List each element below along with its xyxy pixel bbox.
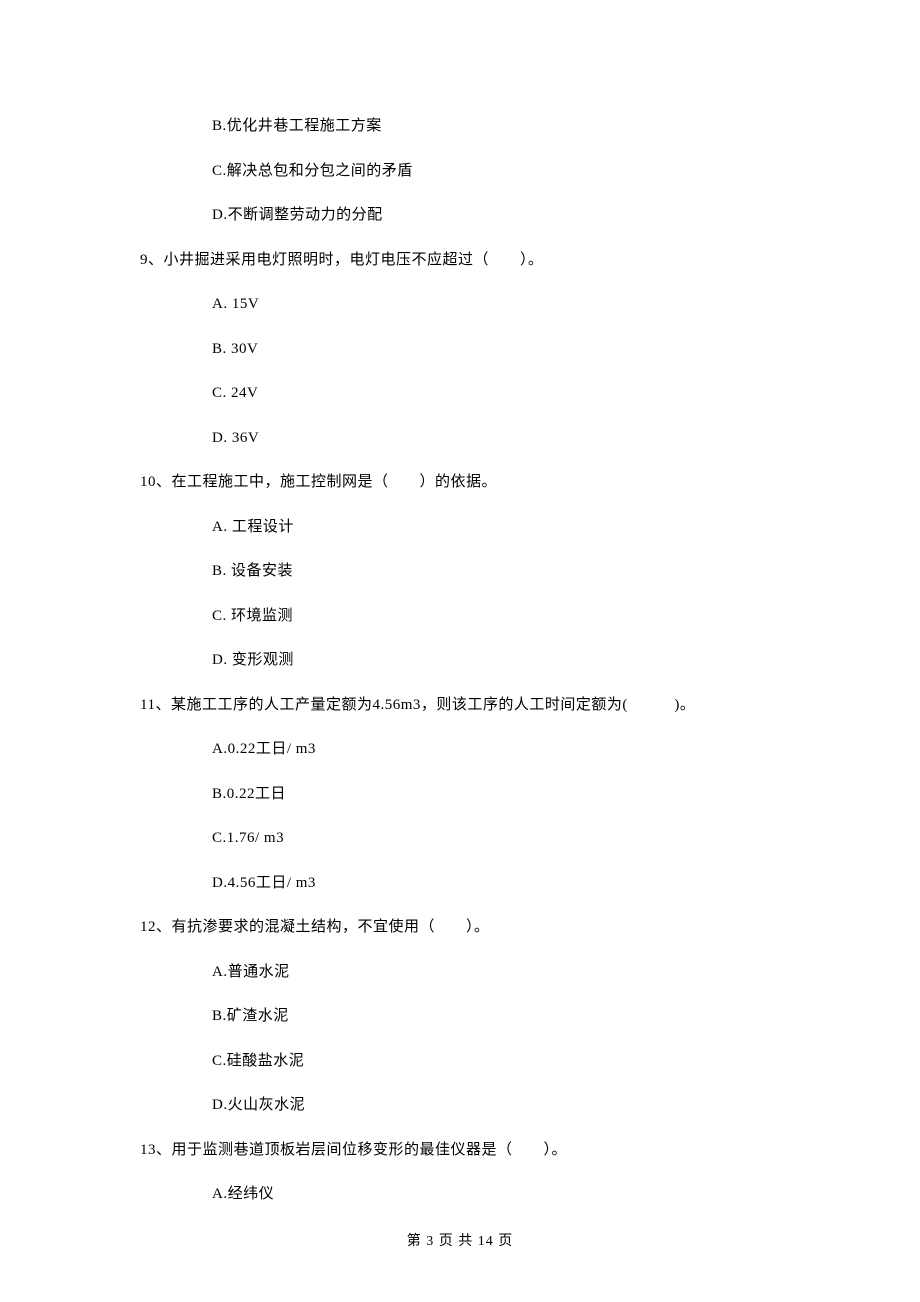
option-text: D. 36V [212, 427, 780, 450]
option-text: B.矿渣水泥 [212, 1005, 780, 1028]
option-text: D.火山灰水泥 [212, 1094, 780, 1117]
option-text: C.1.76/ m3 [212, 827, 780, 850]
question-stem: 11、某施工工序的人工产量定额为4.56m3，则该工序的人工时间定额为( )。 [140, 694, 780, 717]
option-text: A. 15V [212, 293, 780, 316]
option-text: C. 环境监测 [212, 605, 780, 628]
question-stem: 9、小井掘进采用电灯照明时，电灯电压不应超过（ ）。 [140, 249, 780, 272]
option-text: B. 30V [212, 338, 780, 361]
option-text: A.普通水泥 [212, 961, 780, 984]
question-stem: 13、用于监测巷道顶板岩层间位移变形的最佳仪器是（ ）。 [140, 1139, 780, 1162]
question-stem: 10、在工程施工中，施工控制网是（ ）的依据。 [140, 471, 780, 494]
page-footer: 第 3 页 共 14 页 [0, 1231, 920, 1252]
option-text: C. 24V [212, 382, 780, 405]
option-text: A. 工程设计 [212, 516, 780, 539]
option-text: A.0.22工日/ m3 [212, 738, 780, 761]
option-text: A.经纬仪 [212, 1183, 780, 1206]
document-page: B.优化井巷工程施工方案 C.解决总包和分包之间的矛盾 D.不断调整劳动力的分配… [0, 0, 920, 1302]
option-text: B.优化井巷工程施工方案 [212, 115, 780, 138]
question-stem: 12、有抗渗要求的混凝土结构，不宜使用（ ）。 [140, 916, 780, 939]
option-text: C.硅酸盐水泥 [212, 1050, 780, 1073]
option-text: B.0.22工日 [212, 783, 780, 806]
option-text: D.4.56工日/ m3 [212, 872, 780, 895]
option-text: D.不断调整劳动力的分配 [212, 204, 780, 227]
option-text: C.解决总包和分包之间的矛盾 [212, 160, 780, 183]
option-text: D. 变形观测 [212, 649, 780, 672]
option-text: B. 设备安装 [212, 560, 780, 583]
